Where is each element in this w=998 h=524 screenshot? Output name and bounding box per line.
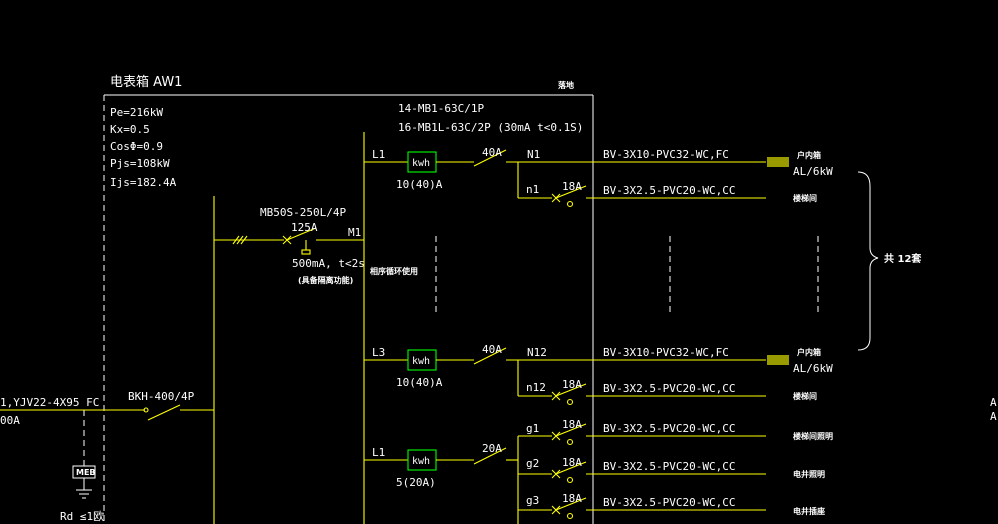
- main-breaker-leak-text: 500mA, t<2s: [292, 257, 365, 270]
- bus-label: M1: [348, 226, 361, 239]
- sub-n1-cable: BV-3X2.5-PVC20-WC,CC: [603, 184, 735, 197]
- phase-note: 相序循环使用: [370, 266, 418, 276]
- sub-g1-cable: BV-3X2.5-PVC20-WC,CC: [603, 422, 735, 435]
- sub-breaker-g2-dot: [566, 476, 574, 484]
- branch-n12-cable: BV-3X10-PVC32-WC,FC: [603, 346, 729, 359]
- meter-label-1: kwh: [412, 158, 430, 169]
- sub-breaker-g3-rating: 18A: [562, 492, 582, 505]
- breaker-rating-1: 40A: [482, 146, 502, 159]
- sub-breaker-g1-rating: 18A: [562, 418, 582, 431]
- box-note: 落地: [558, 80, 574, 90]
- sub-breaker-n1-dot: [566, 200, 574, 208]
- meter-rating-2: 10(40)A: [396, 376, 443, 389]
- edge-text-2: A: [990, 410, 997, 423]
- main-breaker-leak-box: [301, 249, 311, 255]
- main-breaker-model: MB50S-250L/4P: [260, 206, 346, 219]
- sub-n12-dest: 楼梯间: [793, 391, 817, 401]
- breaker-rating-2: 40A: [482, 343, 502, 356]
- sub-g3-cable: BV-3X2.5-PVC20-WC,CC: [603, 496, 735, 509]
- main-breaker-isolation: (具备隔离功能): [298, 275, 353, 285]
- branch-n1-dest: 户内箱: [797, 150, 821, 160]
- param-pe: Pe=216kW: [110, 106, 163, 119]
- incoming-cable: 1,YJV22-4X95 FC: [0, 396, 99, 409]
- branch-sub-n1-code: n1: [526, 183, 539, 196]
- breaker-rating-3: 20A: [482, 442, 502, 455]
- sub-breaker-n12-rating: 18A: [562, 378, 582, 391]
- main-breaker-rating: 125A: [291, 221, 318, 234]
- param-ijs: Ijs=182.4A: [110, 176, 177, 189]
- meter-rating-3: 5(20A): [396, 476, 436, 489]
- branch-n1-code: N1: [527, 148, 540, 161]
- branch-n1-cable: BV-3X10-PVC32-WC,FC: [603, 148, 729, 161]
- sub-g2-dest: 电井照明: [793, 469, 825, 479]
- branch-n1-load: AL/6kW: [793, 165, 833, 178]
- sub-breaker-g1-dot: [566, 438, 574, 446]
- sub-g2-code: g2: [526, 457, 539, 470]
- branch-n12-load: AL/6kW: [793, 362, 833, 375]
- sub-breaker-n1-rating: 18A: [562, 180, 582, 193]
- branch-n12-code: N12: [527, 346, 547, 359]
- sub-g3-dest: 电井插座: [793, 506, 825, 516]
- sub-breaker-g3-dot: [566, 512, 574, 520]
- diagram-svg: 电表箱 AW1 落地 Pe=216kW Kx=0.5 CosΦ=0.9 Pjs=…: [0, 74, 997, 524]
- sub-n1-dest: 楼梯间: [793, 193, 817, 203]
- group-brace: [857, 171, 879, 351]
- hatch-box-2: [767, 355, 789, 365]
- brace-label: 共 12套: [884, 252, 922, 265]
- incoming-current: 00A: [0, 414, 20, 427]
- meter-label-3: kwh: [412, 456, 430, 467]
- branch-l3-phase: L3: [372, 346, 385, 359]
- sub-g3-code: g3: [526, 494, 539, 507]
- branch-sub-n12-code: n12: [526, 381, 546, 394]
- ground-label: Rd ≤1欧: [60, 510, 104, 523]
- meb-label: MEB: [76, 468, 96, 477]
- meter-label-2: kwh: [412, 356, 430, 367]
- sub-g1-code: g1: [526, 422, 539, 435]
- param-kx: Kx=0.5: [110, 123, 150, 136]
- hatch-box-1: [767, 157, 789, 167]
- meter-rating-1: 10(40)A: [396, 178, 443, 191]
- branch-l1-phase: L1: [372, 148, 385, 161]
- single-line-diagram: 电表箱 AW1 落地 Pe=216kW Kx=0.5 CosΦ=0.9 Pjs=…: [0, 0, 998, 524]
- branch-n12-dest: 户内箱: [797, 347, 821, 357]
- incoming-breaker-label: BKH-400/4P: [128, 390, 195, 403]
- sub-breaker-n12-dot: [566, 398, 574, 406]
- box-title: 电表箱 AW1: [110, 74, 182, 90]
- meter-model-1: 14-MB1-63C/1P: [398, 102, 484, 115]
- meter-model-2: 16-MB1L-63C/2P (30mA t<0.1S): [398, 121, 583, 134]
- sub-g2-cable: BV-3X2.5-PVC20-WC,CC: [603, 460, 735, 473]
- edge-text-1: A: [990, 396, 997, 409]
- sub-breaker-g2-rating: 18A: [562, 456, 582, 469]
- incoming-breaker-contact: [147, 404, 181, 421]
- sub-g1-dest: 楼梯间照明: [793, 431, 833, 441]
- branch-pub-phase: L1: [372, 446, 385, 459]
- sub-n12-cable: BV-3X2.5-PVC20-WC,CC: [603, 382, 735, 395]
- param-pjs: Pjs=108kW: [110, 157, 170, 170]
- param-cos: CosΦ=0.9: [110, 140, 163, 153]
